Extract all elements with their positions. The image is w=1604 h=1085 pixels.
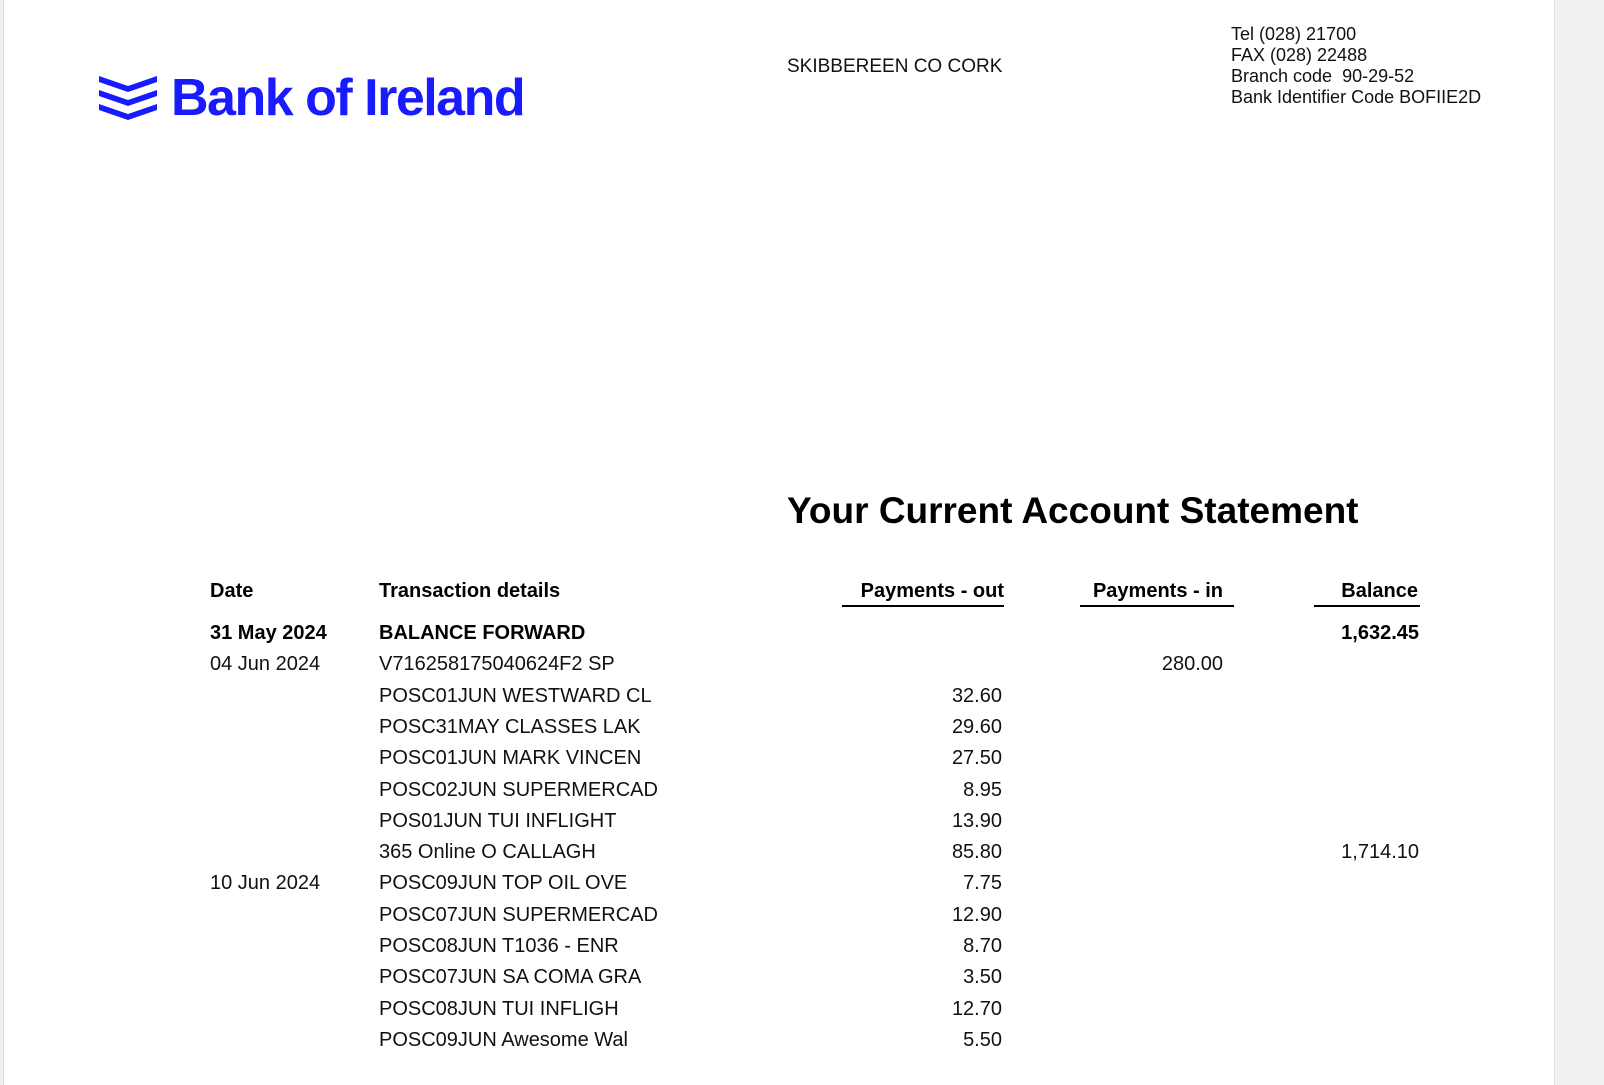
row-payment-out: 8.70 bbox=[963, 935, 1002, 957]
row-payment-out: 13.90 bbox=[951, 809, 1002, 832]
table-row: POSC07JUN SUPERMERCAD 12.90 bbox=[4, 904, 1554, 935]
row-payment-out: 3.50 bbox=[963, 966, 1002, 989]
fax: FAX (028) 22488 bbox=[1231, 45, 1368, 65]
column-header-payments-out: Payments - out bbox=[842, 580, 1004, 607]
statement-title: Your Current Account Statement bbox=[787, 490, 1359, 531]
row-details: V716258175040624F2 SP bbox=[379, 653, 615, 676]
telephone: Tel (028) 21700 bbox=[1231, 24, 1357, 44]
branch-name: SKIBBEREEN CO CORK bbox=[787, 56, 1003, 77]
row-payment-out: 12.90 bbox=[951, 903, 1002, 926]
row-payment-out: 5.50 bbox=[963, 1028, 1002, 1051]
row-payment-out: 85.80 bbox=[951, 841, 1002, 864]
row-details: BALANCE FORWARD bbox=[379, 622, 586, 644]
column-header-balance: Balance bbox=[1314, 580, 1420, 607]
row-date: 04 Jun 2024 bbox=[210, 653, 321, 676]
row-date: 31 May 2024 bbox=[210, 622, 327, 644]
column-header-details: Transaction details bbox=[379, 580, 561, 602]
row-details: POSC02JUN SUPERMERCAD bbox=[379, 778, 658, 801]
row-payment-out: 8.95 bbox=[963, 778, 1002, 801]
bank-logo: Bank of Ireland bbox=[99, 68, 526, 128]
table-row: 31 May 2024 BALANCE FORWARD 1,632.45 bbox=[4, 622, 1554, 653]
table-row: POSC07JUN SA COMA GRA 3.50 bbox=[4, 966, 1554, 997]
branch-contact: Tel (028) 21700 FAX (028) 22488 Branch c… bbox=[1231, 24, 1481, 108]
table-row: POSC02JUN SUPERMERCAD 8.95 bbox=[4, 779, 1554, 810]
table-row: 04 Jun 2024 V716258175040624F2 SP 280.00 bbox=[4, 653, 1554, 684]
row-payment-out: 27.50 bbox=[951, 747, 1002, 770]
row-details: POS01JUN TUI INFLIGHT bbox=[379, 809, 617, 832]
table-row: POSC08JUN TUI INFLIGH 12.70 bbox=[4, 998, 1554, 1029]
row-details: POSC08JUN T1036 - ENR bbox=[379, 935, 619, 957]
column-header-payments-in: Payments - in bbox=[1080, 580, 1234, 607]
table-row: POSC09JUN Awesome Wal 5.50 bbox=[4, 1029, 1554, 1060]
row-details: POSC09JUN Awesome Wal bbox=[379, 1028, 628, 1051]
logo-wordmark: Bank of Ireland bbox=[171, 69, 526, 127]
column-header-date: Date bbox=[210, 580, 254, 602]
row-payment-in: 280.00 bbox=[1161, 653, 1223, 676]
statement-page: Bank of Ireland SKIBBEREEN CO CORK Tel (… bbox=[3, 0, 1555, 1085]
table-row: POSC01JUN WESTWARD CL 32.60 bbox=[4, 685, 1554, 716]
table-row: POSC01JUN MARK VINCEN 27.50 bbox=[4, 747, 1554, 778]
table-row: 10 Jun 2024 POSC09JUN TOP OIL OVE 7.75 bbox=[4, 872, 1554, 903]
table-row: POS01JUN TUI INFLIGHT 13.90 bbox=[4, 810, 1554, 841]
bank-identifier-code: Bank Identifier Code BOFIIE2D bbox=[1231, 87, 1482, 107]
row-details: POSC07JUN SUPERMERCAD bbox=[379, 903, 658, 926]
row-payment-out: 7.75 bbox=[963, 872, 1002, 895]
row-details: POSC01JUN WESTWARD CL bbox=[379, 684, 652, 707]
row-details: POSC31MAY CLASSES LAK bbox=[379, 715, 641, 738]
table-row: POSC08JUN T1036 - ENR 8.70 bbox=[4, 935, 1554, 966]
row-date: 10 Jun 2024 bbox=[210, 872, 321, 895]
row-details: POSC07JUN SA COMA GRA bbox=[379, 966, 642, 989]
bank-of-ireland-chevrons-icon bbox=[99, 76, 157, 120]
row-payment-out: 29.60 bbox=[951, 715, 1002, 738]
branch-code: Branch code 90-29-52 bbox=[1231, 66, 1415, 86]
row-balance: 1,632.45 bbox=[1341, 622, 1419, 644]
row-balance: 1,714.10 bbox=[1341, 841, 1419, 864]
table-row: POSC31MAY CLASSES LAK 29.60 bbox=[4, 716, 1554, 747]
row-payment-out: 12.70 bbox=[951, 997, 1002, 1020]
row-details: POSC01JUN MARK VINCEN bbox=[379, 747, 642, 770]
row-details: POSC09JUN TOP OIL OVE bbox=[379, 872, 628, 895]
table-row: 365 Online O CALLAGH 85.80 1,714.10 bbox=[4, 841, 1554, 872]
row-payment-out: 32.60 bbox=[951, 684, 1002, 707]
row-details: 365 Online O CALLAGH bbox=[379, 841, 596, 864]
row-details: POSC08JUN TUI INFLIGH bbox=[379, 997, 619, 1020]
